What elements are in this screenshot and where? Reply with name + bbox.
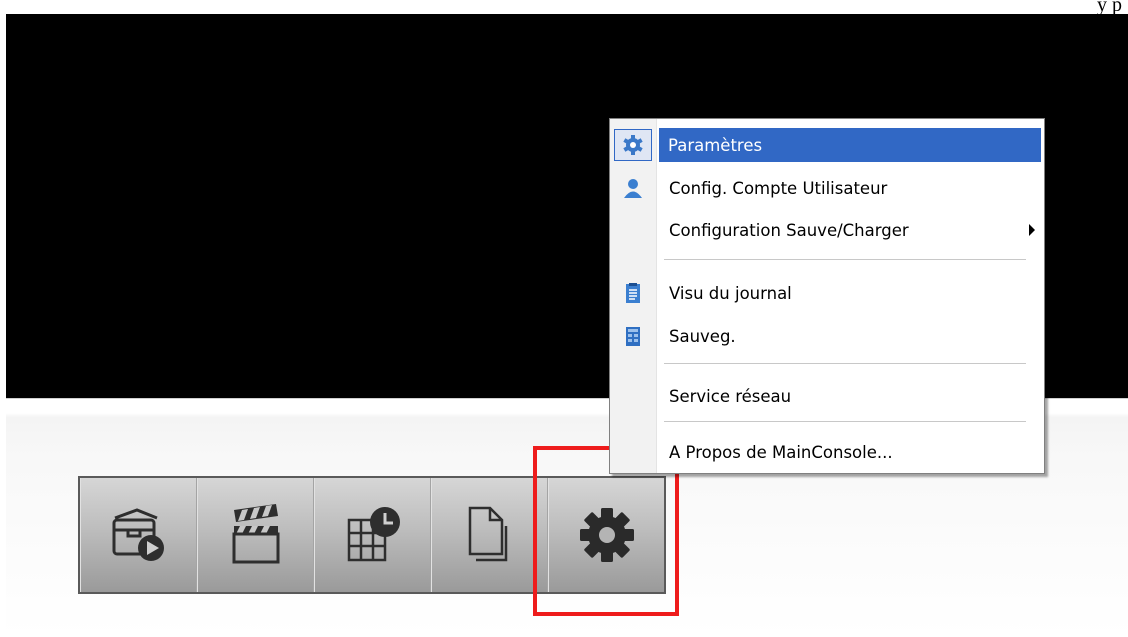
menu-item-service-reseau[interactable]: Service réseau (613, 379, 1041, 413)
archive-play-icon (112, 508, 164, 561)
playback-archive-button[interactable] (80, 478, 197, 592)
menu-separator (664, 259, 1026, 261)
menu-item-configuration-sauve-charger[interactable]: Configuration Sauve/Charger (613, 213, 1041, 247)
grid-clock-icon (347, 507, 400, 562)
video-clips-button[interactable] (197, 478, 314, 592)
context-menu: Paramètres Config. Compte Utilisateur Co… (609, 118, 1045, 474)
backup-icon (613, 319, 653, 353)
schedule-layout-button[interactable] (314, 478, 431, 592)
menu-separator (664, 421, 1026, 423)
menu-item-label: A Propos de MainConsole... (669, 442, 893, 462)
menu-item-label: Sauveg. (669, 326, 736, 346)
menu-item-label: Paramètres (668, 135, 763, 155)
menu-item-label: Service réseau (669, 386, 792, 406)
settings-gear-icon (614, 129, 652, 161)
settings-button[interactable] (548, 478, 664, 592)
submenu-arrow-icon (1029, 224, 1035, 236)
pages-icon (468, 506, 507, 562)
main-toolbar (78, 476, 666, 594)
pages-button[interactable] (431, 478, 548, 592)
log-clipboard-icon (613, 276, 653, 310)
clapperboard-icon (232, 504, 279, 564)
menu-item-a-propos[interactable]: A Propos de MainConsole... (613, 435, 1041, 469)
menu-item-config-compte[interactable]: Config. Compte Utilisateur (613, 171, 1041, 205)
menu-item-label: Configuration Sauve/Charger (669, 220, 909, 240)
menu-item-label: Config. Compte Utilisateur (669, 178, 888, 198)
menu-separator (664, 363, 1026, 365)
gear-icon (579, 508, 634, 562)
menu-item-parametres[interactable]: Paramètres (613, 128, 1041, 162)
menu-item-visu-journal[interactable]: Visu du journal (613, 276, 1041, 310)
user-icon (613, 171, 653, 205)
menu-item-label: Visu du journal (669, 283, 792, 303)
menu-item-sauveg[interactable]: Sauveg. (613, 319, 1041, 353)
